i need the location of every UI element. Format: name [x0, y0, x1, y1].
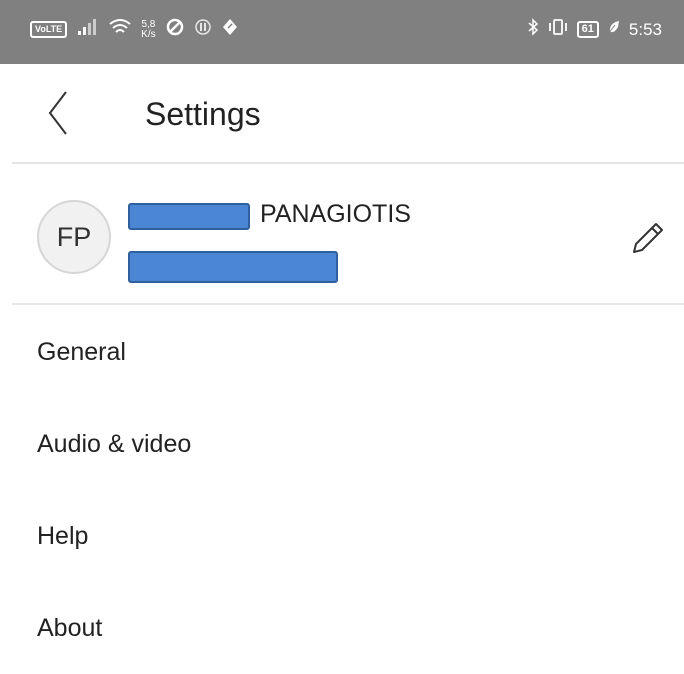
back-button[interactable]: [38, 86, 78, 140]
signal-icon: [77, 18, 99, 41]
profile-row[interactable]: FP PANAGIOTIS: [0, 164, 684, 304]
status-time: 5:53: [628, 19, 662, 39]
chevron-left-icon: [38, 91, 78, 144]
page-title: Settings: [145, 96, 261, 132]
location-icon: [222, 18, 238, 41]
menu-item-label: Audio & video: [37, 429, 192, 458]
network-speed-value: 5,8: [141, 18, 156, 30]
status-bar: VoLTE 5,8 K/s 61 5:53: [0, 0, 684, 64]
menu-item-general[interactable]: General: [0, 306, 684, 398]
pencil-icon: [624, 223, 668, 264]
avatar[interactable]: FP: [37, 200, 111, 274]
wifi-icon: [109, 18, 131, 41]
battery-icon: 61: [576, 21, 599, 38]
nfc-icon: [194, 18, 212, 41]
edit-profile-button[interactable]: [624, 216, 668, 260]
network-speed-icon: 5,8 K/s: [141, 18, 156, 40]
network-speed-unit: K/s: [141, 28, 156, 40]
profile-name: PANAGIOTIS: [260, 200, 411, 228]
vibrate-icon: [547, 18, 569, 41]
menu-item-label: General: [37, 337, 126, 366]
menu-item-about[interactable]: About: [0, 582, 684, 674]
redacted-first-name: [128, 203, 250, 230]
battery-saver-icon: [607, 19, 621, 40]
volte-icon: VoLTE: [30, 21, 68, 38]
status-bar-right: 61 5:53: [527, 18, 662, 41]
menu-item-audio-video[interactable]: Audio & video: [0, 398, 684, 490]
bluetooth-icon: [527, 18, 539, 41]
profile-divider: [12, 303, 684, 305]
app-bar: Settings: [0, 64, 684, 162]
redacted-email: [128, 251, 338, 283]
menu-item-label: Help: [37, 521, 89, 550]
menu-item-label: About: [37, 613, 103, 642]
settings-menu: General Audio & video Help About: [0, 306, 684, 674]
data-saver-icon: [166, 18, 184, 41]
status-bar-left: VoLTE 5,8 K/s: [30, 18, 238, 41]
menu-item-help[interactable]: Help: [0, 490, 684, 582]
